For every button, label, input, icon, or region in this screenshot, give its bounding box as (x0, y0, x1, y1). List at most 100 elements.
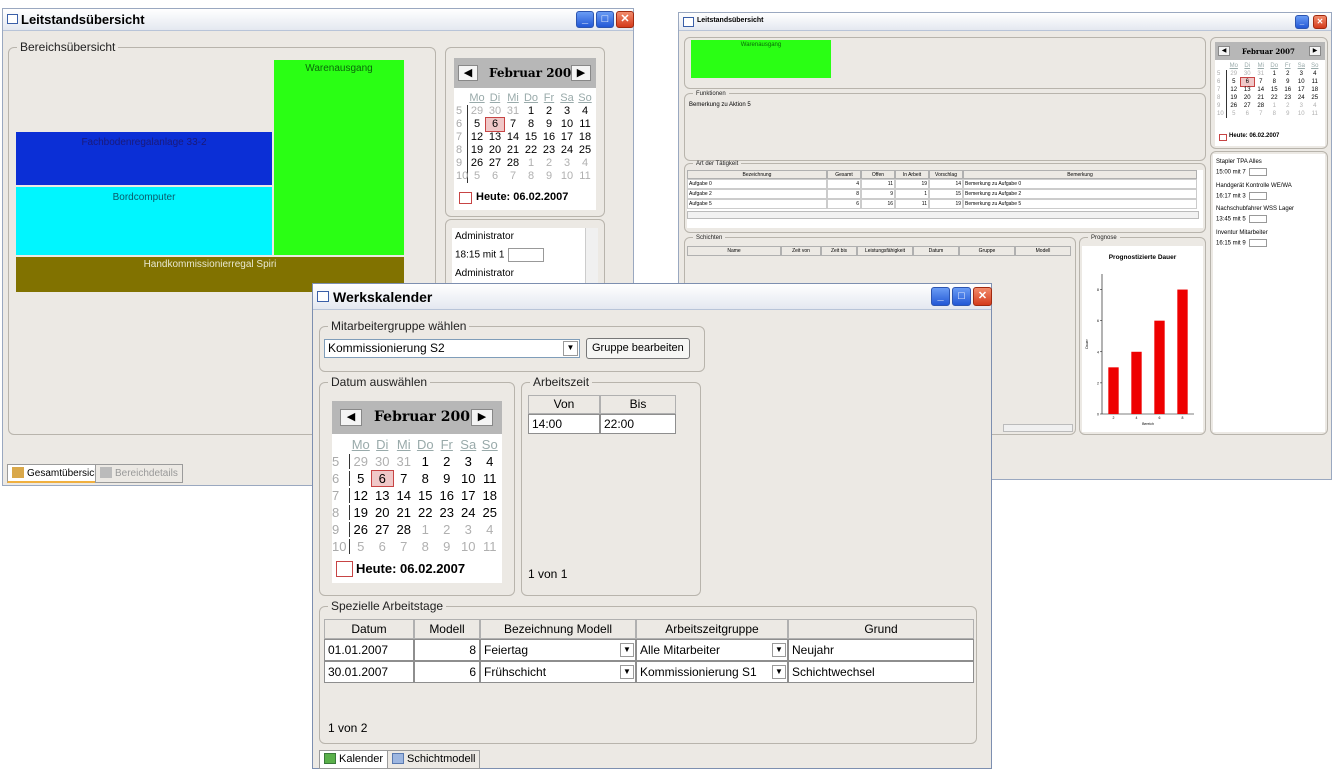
calendar-day[interactable]: 24 (458, 505, 480, 520)
table-cell[interactable]: 8 (827, 189, 861, 199)
log-input[interactable] (1248, 238, 1267, 247)
calendar-day[interactable]: 8 (522, 170, 540, 183)
calendar-day[interactable]: 9 (540, 118, 558, 131)
log-input[interactable] (508, 248, 545, 262)
column-header[interactable]: Modell (1015, 246, 1071, 256)
column-header[interactable]: Gruppe (959, 246, 1015, 256)
table-cell[interactable]: Frühschicht ▼ (480, 661, 636, 683)
calendar-day[interactable]: 26 (468, 157, 486, 170)
today-box[interactable] (1219, 134, 1227, 141)
calendar-day[interactable]: 6 (486, 170, 504, 183)
table-cell[interactable]: Bemerkung zu Aufgabe 2 (963, 189, 1197, 199)
calendar-day[interactable]: 5 (468, 170, 486, 183)
calendar-day[interactable]: 4 (479, 454, 501, 469)
column-header[interactable]: Zeit von (781, 246, 821, 256)
calendar-day[interactable]: 3 (458, 454, 480, 469)
table-cell[interactable]: 4 (827, 179, 861, 189)
column-header[interactable]: Modell (414, 619, 480, 639)
calendar-day[interactable]: 31 (504, 105, 522, 118)
calendar-day[interactable]: 19 (468, 144, 486, 157)
tab-schichtmodell[interactable]: Schichtmodell (387, 750, 481, 769)
calendar-day[interactable]: 22 (522, 144, 540, 157)
calendar-day[interactable]: 10 (1295, 78, 1309, 86)
calendar-day[interactable]: 15 (1268, 86, 1282, 94)
calendar-day[interactable]: 10 (558, 170, 576, 183)
horizontal-scrollbar[interactable] (1003, 424, 1073, 432)
log-input[interactable] (1248, 191, 1267, 200)
table-cell[interactable]: Neujahr (788, 639, 974, 661)
calendar-day[interactable]: 26 (350, 522, 372, 537)
today-box[interactable] (336, 561, 353, 577)
table-cell[interactable]: 16 (861, 199, 895, 209)
chevron-down-icon[interactable]: ▼ (620, 665, 634, 679)
calendar-day[interactable]: 11 (576, 170, 594, 183)
chevron-down-icon[interactable]: ▼ (772, 665, 786, 679)
employee-group-select[interactable]: Kommissionierung S2 ▼ (324, 339, 580, 358)
calendar-day[interactable]: 7 (1254, 78, 1268, 86)
table-cell[interactable]: 15 (929, 189, 963, 199)
calendar-day[interactable]: 29 (350, 454, 372, 469)
area-warenausgang[interactable]: Warenausgang (274, 60, 404, 255)
calendar-day[interactable]: 13 (372, 488, 394, 503)
table-cell[interactable]: Schichtwechsel (788, 661, 974, 683)
calendar-day[interactable]: 12 (1227, 86, 1241, 94)
calendar-day[interactable]: 10 (1295, 110, 1309, 118)
close-button[interactable]: ✕ (973, 287, 992, 306)
column-header[interactable]: Bezeichnung (687, 170, 827, 179)
calendar-day[interactable]: 4 (576, 105, 594, 118)
column-header[interactable]: Bezeichnung Modell (480, 619, 636, 639)
calendar-day[interactable]: 27 (1241, 102, 1255, 110)
table-cell[interactable]: Feiertag ▼ (480, 639, 636, 661)
calendar-day[interactable]: 10 (458, 471, 480, 486)
calendar-day[interactable]: 4 (1308, 70, 1322, 78)
minimize-button[interactable]: _ (1295, 15, 1309, 29)
table-cell[interactable]: 30.01.2007 (324, 661, 414, 683)
calendar-day[interactable]: 1 (1268, 70, 1282, 78)
table-cell[interactable]: 01.01.2007 (324, 639, 414, 661)
calendar-day[interactable]: 17 (558, 131, 576, 144)
table-cell[interactable]: 1 (895, 189, 929, 199)
table-cell[interactable]: Aufgabe 0 (687, 179, 827, 189)
maximize-button[interactable]: □ (596, 11, 614, 28)
calendar-day[interactable]: 30 (372, 454, 394, 469)
calendar-day[interactable]: 9 (436, 471, 458, 486)
calendar-day[interactable]: 13 (1241, 86, 1255, 94)
column-header[interactable]: Gesamt (827, 170, 861, 179)
calendar-day[interactable]: 23 (540, 144, 558, 157)
calendar-day[interactable]: 14 (504, 131, 522, 144)
column-header[interactable]: Offen (861, 170, 895, 179)
calendar-day[interactable]: 24 (558, 144, 576, 157)
table-cell[interactable]: 14 (929, 179, 963, 189)
calendar-day[interactable]: 22 (1268, 94, 1282, 102)
next-month-button[interactable]: ▶ (571, 65, 591, 81)
log-input[interactable] (1248, 168, 1267, 176)
calendar-day[interactable]: 26 (1227, 102, 1241, 110)
calendar-day[interactable]: 7 (393, 539, 415, 554)
table-cell[interactable]: 6 (414, 661, 480, 683)
calendar-day[interactable]: 8 (1268, 78, 1282, 86)
calendar-day[interactable]: 9 (1281, 78, 1295, 86)
maximize-button[interactable]: □ (952, 287, 971, 306)
calendar-day[interactable]: 14 (393, 488, 415, 503)
table-cell[interactable]: Aufgabe 5 (687, 199, 827, 209)
calendar-day[interactable]: 7 (504, 170, 522, 183)
scrollbar[interactable] (585, 228, 598, 288)
table-cell[interactable]: Bemerkung zu Aufgabe 5 (963, 199, 1197, 209)
calendar-day[interactable]: 12 (468, 131, 486, 144)
table-cell[interactable]: 19 (929, 199, 963, 209)
prev-month-button[interactable]: ◀ (340, 409, 362, 426)
calendar-day[interactable]: 17 (1295, 86, 1309, 94)
column-header[interactable]: Arbeitszeitgruppe (636, 619, 788, 639)
calendar-day[interactable]: 4 (576, 157, 594, 170)
calendar-day[interactable]: 10 (558, 118, 576, 131)
tab-kalender[interactable]: Kalender (319, 750, 389, 769)
calendar-day[interactable]: 3 (558, 157, 576, 170)
chevron-down-icon[interactable]: ▼ (620, 643, 634, 657)
table-cell[interactable]: 11 (895, 199, 929, 209)
next-month-button[interactable]: ▶ (1309, 46, 1321, 56)
calendar-day[interactable]: 6 (485, 117, 505, 132)
calendar-day[interactable]: 3 (458, 522, 480, 537)
calendar-day[interactable]: 31 (1254, 70, 1268, 78)
calendar-day[interactable]: 1 (415, 522, 437, 537)
calendar-day[interactable]: 5 (468, 118, 486, 131)
